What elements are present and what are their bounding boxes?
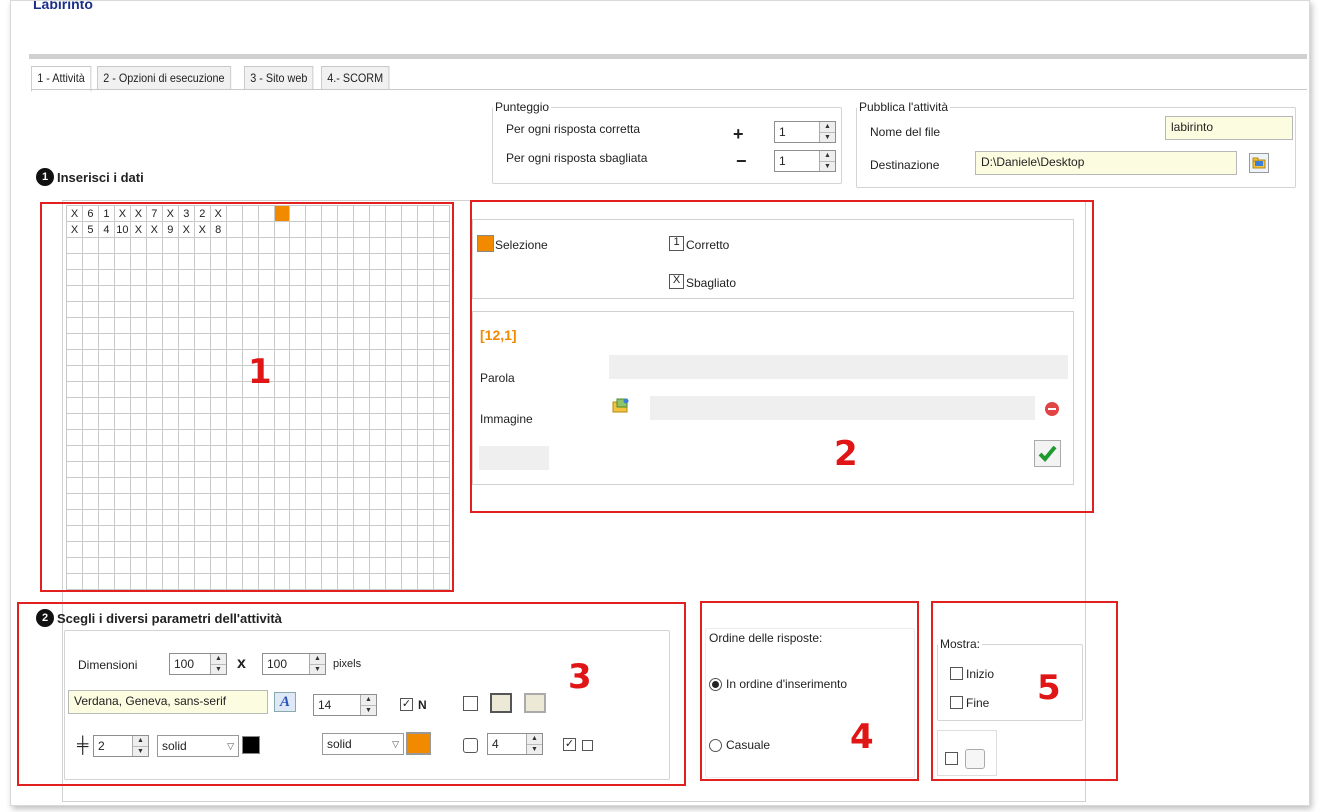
title-divider: [29, 54, 1307, 59]
stepper-up-icon[interactable]: ▲: [820, 122, 835, 132]
minus-sign: −: [736, 151, 747, 171]
stepper-up-icon[interactable]: ▲: [820, 151, 835, 161]
folder-browse-icon[interactable]: [1249, 153, 1269, 173]
annotation-box-2: [470, 200, 1094, 513]
section-data-header: 1 Inserisci i dati: [36, 168, 144, 186]
file-name-label: Nome del file: [870, 125, 941, 139]
tab-scorm[interactable]: 4.- SCORM: [320, 66, 390, 90]
annotation-box-4: [700, 601, 919, 781]
plus-sign: +: [733, 124, 744, 144]
wrong-answer-label: Per ogni risposta sbagliata: [506, 151, 648, 165]
score-legend: Punteggio: [495, 100, 550, 114]
section-number-badge: 1: [36, 168, 54, 186]
tab-bar: 1 - Attività 2 - Opzioni di esecuzione 3…: [31, 66, 396, 92]
annotation-box-5: [931, 601, 1118, 781]
stepper-down-icon[interactable]: ▼: [820, 131, 835, 142]
destination-input[interactable]: D:\Daniele\Desktop: [975, 151, 1237, 175]
stepper-down-icon[interactable]: ▼: [820, 160, 835, 171]
file-name-input[interactable]: labirinto: [1165, 116, 1293, 140]
correct-answer-label: Per ogni risposta corretta: [506, 122, 641, 136]
annotation-number-4: 4: [850, 717, 874, 757]
annotation-number-3: 3: [568, 657, 592, 697]
section-data-title: Inserisci i dati: [57, 169, 144, 185]
annotation-number-5: 5: [1037, 668, 1061, 708]
annotation-number-1: 1: [248, 352, 272, 392]
annotation-number-2: 2: [834, 434, 858, 474]
publish-legend: Pubblica l'attività: [859, 100, 949, 114]
annotation-box-1: [40, 202, 454, 592]
window-title: Labirinto: [33, 1, 93, 11]
tab-sito-web[interactable]: 3 - Sito web: [244, 66, 315, 90]
tab-opzioni-esecuzione[interactable]: 2 - Opzioni di esecuzione: [96, 66, 231, 90]
correct-score-stepper[interactable]: 1 ▲ ▼: [774, 121, 836, 143]
wrong-score-stepper[interactable]: 1 ▲ ▼: [774, 150, 836, 172]
destination-label: Destinazione: [870, 158, 940, 172]
